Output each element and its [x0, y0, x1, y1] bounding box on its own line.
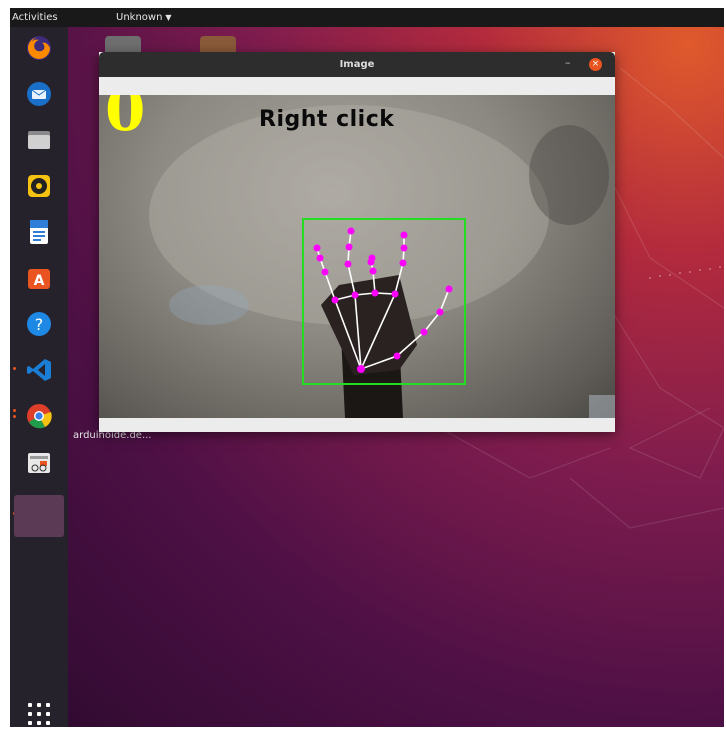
- hand-overlay: [302, 218, 466, 418]
- app-menu-label: Unknown: [116, 12, 163, 23]
- svg-text:?: ?: [35, 315, 44, 334]
- window-title: Image: [339, 59, 375, 70]
- app-menu[interactable]: Unknown ▼: [116, 8, 172, 27]
- chrome-icon[interactable]: [25, 402, 53, 430]
- minimize-icon[interactable]: –: [565, 56, 571, 69]
- desktop-screen: arduinoide.de... Activities Unknown ▼ A ?: [10, 8, 724, 727]
- chevron-down-icon: ▼: [165, 13, 172, 22]
- help-icon[interactable]: ?: [25, 310, 53, 338]
- dock: A ?: [10, 27, 68, 727]
- svg-text:A: A: [34, 273, 45, 289]
- top-bar: Activities Unknown ▼: [10, 8, 724, 27]
- camera-frame: 0 Right click: [99, 95, 615, 418]
- writer-icon[interactable]: [25, 218, 53, 246]
- close-icon[interactable]: ×: [589, 58, 602, 71]
- finger-count: 0: [105, 95, 146, 144]
- files-icon[interactable]: [25, 126, 53, 154]
- show-applications-icon[interactable]: [28, 703, 50, 725]
- gesture-label: Right click: [259, 107, 395, 132]
- window-titlebar[interactable]: Image – ×: [99, 52, 615, 77]
- vscode-icon[interactable]: [25, 356, 53, 384]
- palm-shape: [321, 275, 417, 375]
- screenshot-icon[interactable]: [25, 448, 53, 476]
- firefox-icon[interactable]: [25, 34, 53, 62]
- thunderbird-icon[interactable]: [25, 80, 53, 108]
- image-window: Image – × 0 Right click: [99, 52, 615, 432]
- software-icon[interactable]: A: [25, 264, 53, 292]
- running-app-icon[interactable]: [14, 495, 64, 537]
- rhythmbox-icon[interactable]: [25, 172, 53, 200]
- activities-button[interactable]: Activities: [12, 8, 58, 27]
